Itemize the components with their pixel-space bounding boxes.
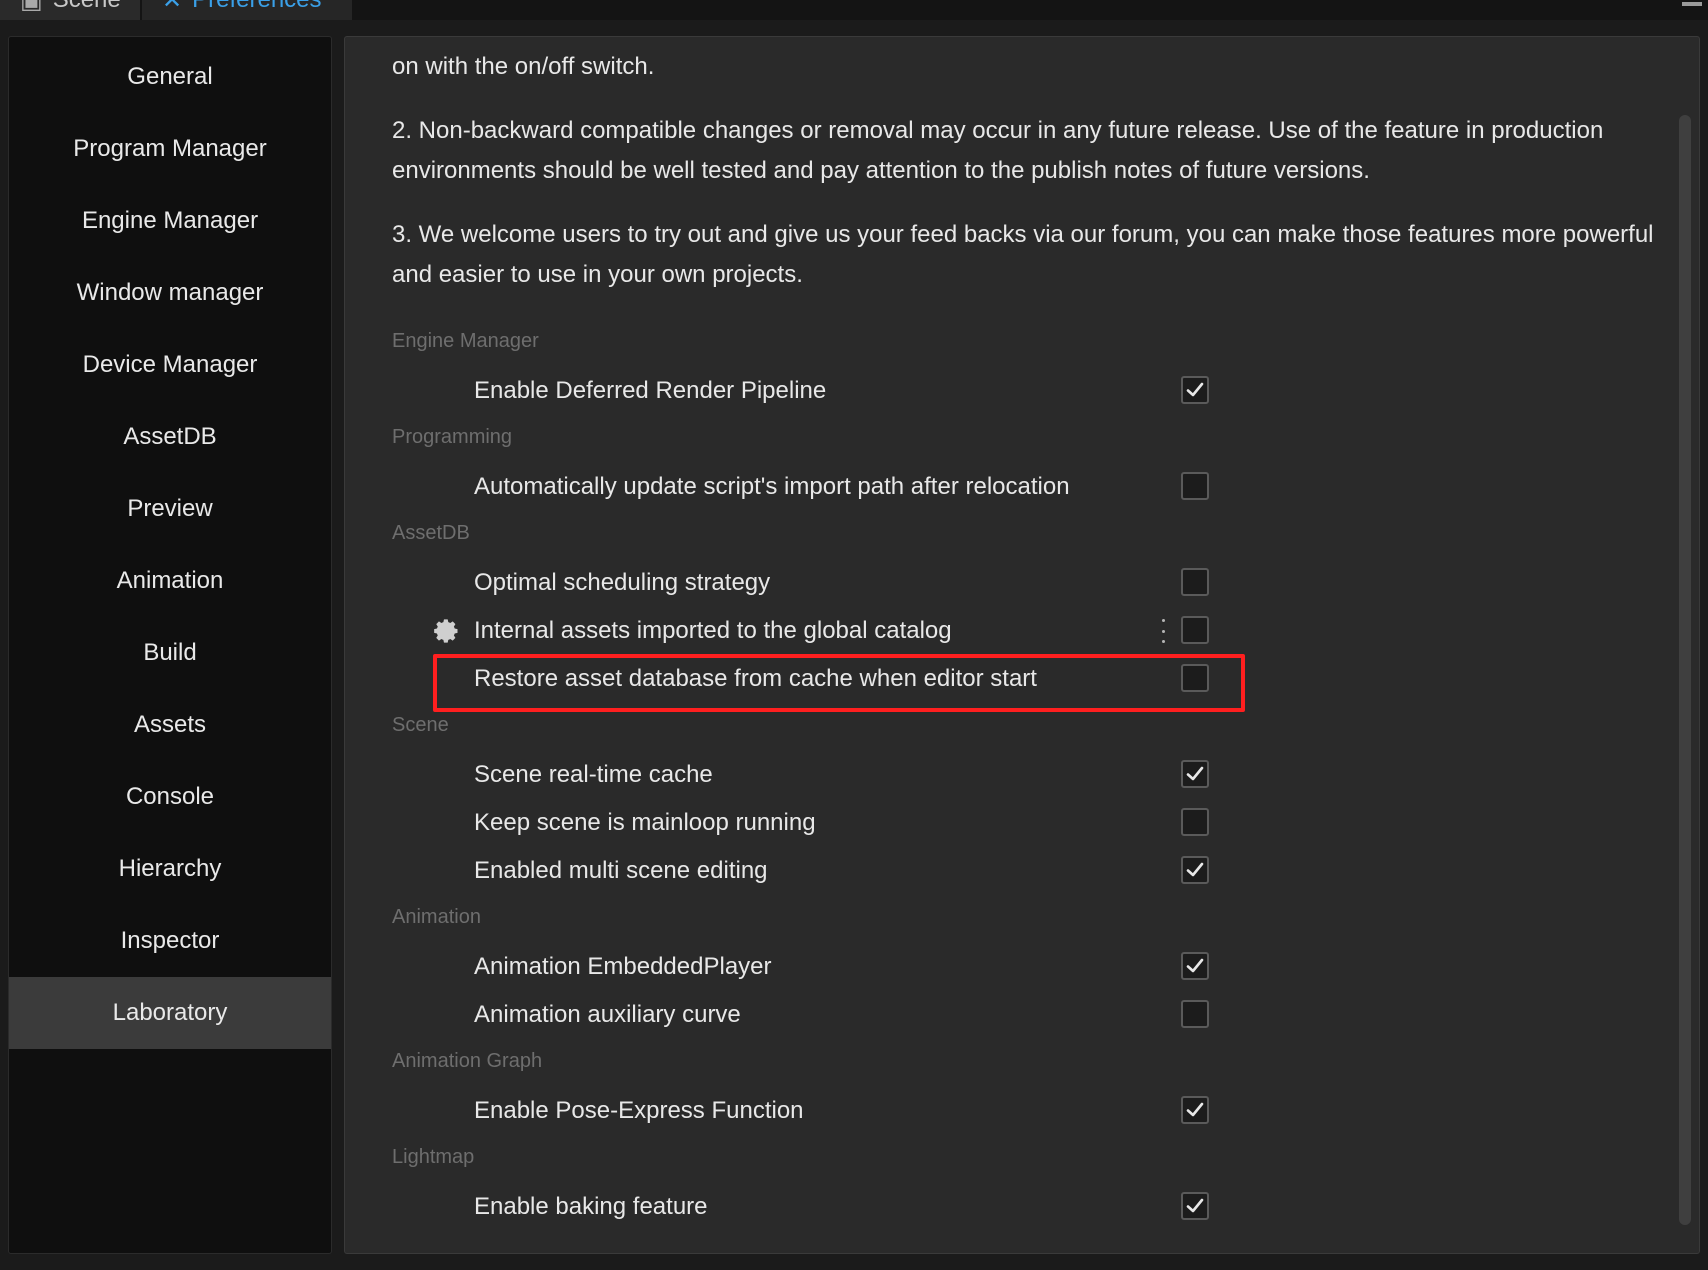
checkmark-icon bbox=[1186, 1198, 1204, 1213]
sidebar-item-label: Build bbox=[143, 639, 197, 666]
sidebar-item-label: AssetDB bbox=[123, 423, 217, 450]
checkmark-icon bbox=[1186, 958, 1204, 973]
section-title-programming: Programming bbox=[392, 426, 513, 448]
sidebar-item-general[interactable]: General bbox=[9, 41, 331, 113]
sidebar-item-program-manager[interactable]: Program Manager bbox=[9, 113, 331, 185]
highlight-box bbox=[433, 654, 1245, 712]
checkbox-animation-auxiliary-curve[interactable] bbox=[1181, 1000, 1209, 1028]
tab-preferences-label: Preferences bbox=[192, 0, 321, 14]
section-title-scene: Scene bbox=[392, 714, 449, 736]
checkbox-optimal-scheduling[interactable] bbox=[1181, 568, 1209, 596]
sidebar-item-inspector[interactable]: Inspector bbox=[9, 905, 331, 977]
scrollbar[interactable] bbox=[1679, 115, 1691, 1225]
sidebar-item-assets[interactable]: Assets bbox=[9, 689, 331, 761]
sidebar-item-label: Assets bbox=[133, 711, 207, 738]
sidebar-item-label: Laboratory bbox=[112, 999, 228, 1026]
section-title-assetdb: AssetDB bbox=[392, 522, 470, 544]
sidebar-item-label: Device Manager bbox=[82, 351, 258, 378]
sidebar-item-label: Animation bbox=[116, 567, 224, 594]
preferences-icon: ✕ bbox=[162, 0, 183, 14]
sidebar-item-preview[interactable]: Preview bbox=[9, 473, 331, 545]
sidebar-item-build[interactable]: Build bbox=[9, 617, 331, 689]
tab-preferences[interactable]: ✕ Preferences bbox=[142, 0, 352, 20]
more-options-icon[interactable] bbox=[1159, 619, 1167, 643]
sidebar-item-label: Inspector bbox=[120, 927, 220, 954]
sidebar-item-label: General bbox=[127, 63, 213, 90]
sidebar-item-animation[interactable]: Animation bbox=[9, 545, 331, 617]
sidebar-item-engine-manager[interactable]: Engine Manager bbox=[9, 185, 331, 257]
sidebar-item-hierarchy[interactable]: Hierarchy bbox=[9, 833, 331, 905]
option-label-deferred-render: Enable Deferred Render Pipeline bbox=[474, 377, 827, 404]
checkbox-internal-assets-global-catalog[interactable] bbox=[1181, 616, 1209, 644]
sidebar-item-device-manager[interactable]: Device Manager bbox=[9, 329, 331, 401]
sidebar-item-assetdb[interactable]: AssetDB bbox=[9, 401, 331, 473]
checkbox-animation-embedded-player[interactable] bbox=[1181, 952, 1209, 980]
preferences-sidebar: General Program Manager Engine Manager W… bbox=[8, 36, 332, 1254]
note-paragraph-3: 3. We welcome users to try out and give … bbox=[392, 221, 1654, 288]
option-label-internal-assets-global-catalog: Internal assets imported to the global c… bbox=[474, 617, 952, 644]
section-title-lightmap: Lightmap bbox=[392, 1146, 475, 1168]
note-paragraph-2: 2. Non-backward compatible changes or re… bbox=[392, 117, 1604, 184]
option-label-optimal-scheduling: Optimal scheduling strategy bbox=[474, 569, 771, 596]
panel-menu-icon[interactable] bbox=[1682, 2, 1702, 6]
scene-icon: ▣ bbox=[20, 0, 43, 14]
sidebar-item-label: Console bbox=[125, 783, 215, 810]
option-label-pose-express-function: Enable Pose-Express Function bbox=[474, 1097, 804, 1124]
option-label-animation-embedded-player: Animation EmbeddedPlayer bbox=[474, 953, 772, 980]
checkbox-keep-scene-mainloop[interactable] bbox=[1181, 808, 1209, 836]
tab-bar: ▣ Scene ✕ Preferences bbox=[0, 0, 1708, 20]
option-label-auto-update-import-path: Automatically update script's import pat… bbox=[474, 473, 1070, 500]
note-paragraph-1: on with the on/off switch. bbox=[392, 53, 655, 80]
option-label-scene-realtime-cache: Scene real-time cache bbox=[474, 761, 713, 788]
checkbox-multi-scene-editing[interactable] bbox=[1181, 856, 1209, 884]
section-title-animation-graph: Animation Graph bbox=[392, 1050, 543, 1072]
sidebar-item-label: Preview bbox=[127, 495, 213, 522]
section-title-animation: Animation bbox=[392, 906, 481, 928]
option-label-animation-auxiliary-curve: Animation auxiliary curve bbox=[474, 1001, 741, 1028]
option-label-keep-scene-mainloop: Keep scene is mainloop running bbox=[474, 809, 816, 836]
laboratory-panel: on with the on/off switch. 2. Non-backwa… bbox=[344, 36, 1700, 1254]
option-label-multi-scene-editing: Enabled multi scene editing bbox=[474, 857, 768, 884]
checkbox-baking-feature[interactable] bbox=[1181, 1192, 1209, 1220]
checkmark-icon bbox=[1186, 1102, 1204, 1117]
checkbox-auto-update-import-path[interactable] bbox=[1181, 472, 1209, 500]
sidebar-item-window-manager[interactable]: Window manager bbox=[9, 257, 331, 329]
sidebar-item-label: Engine Manager bbox=[81, 207, 259, 234]
sidebar-item-console[interactable]: Console bbox=[9, 761, 331, 833]
tab-scene-label: Scene bbox=[53, 0, 121, 14]
tab-scene[interactable]: ▣ Scene bbox=[0, 0, 140, 20]
checkmark-icon bbox=[1186, 862, 1204, 877]
sidebar-item-label: Window manager bbox=[76, 279, 264, 306]
sidebar-item-label: Program Manager bbox=[73, 135, 267, 162]
checkbox-pose-express-function[interactable] bbox=[1181, 1096, 1209, 1124]
checkmark-icon bbox=[1186, 766, 1204, 781]
gear-icon[interactable] bbox=[433, 617, 461, 645]
checkbox-scene-realtime-cache[interactable] bbox=[1181, 760, 1209, 788]
checkbox-deferred-render[interactable] bbox=[1181, 376, 1209, 404]
sidebar-item-label: Hierarchy bbox=[118, 855, 222, 882]
sidebar-item-laboratory[interactable]: Laboratory bbox=[9, 977, 331, 1049]
option-label-baking-feature: Enable baking feature bbox=[474, 1193, 708, 1220]
checkmark-icon bbox=[1186, 382, 1204, 397]
section-title-engine-manager: Engine Manager bbox=[392, 330, 539, 352]
